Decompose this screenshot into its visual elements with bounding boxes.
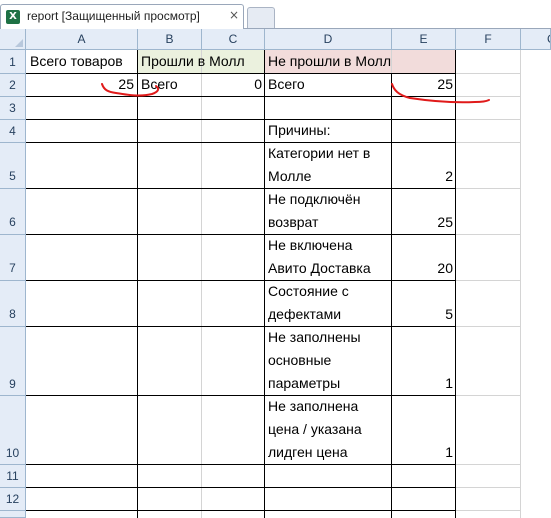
gridline [201,50,202,518]
cell-d9[interactable]: Не заполнены основные параметры [266,326,391,395]
cell-c2[interactable]: 0 [202,73,264,96]
cell-e7[interactable]: 20 [392,257,455,280]
row-header-10[interactable]: 10 [0,396,26,465]
cell-d1[interactable]: Не прошли в Молл [266,50,456,73]
row-header-2[interactable]: 2 [0,74,26,97]
cell-d8[interactable]: Состояние с дефектами [266,280,391,326]
cell-d4[interactable]: Причины: [266,119,391,142]
column-header-g[interactable]: G [521,29,551,50]
cell-e10[interactable]: 1 [392,441,455,464]
cell-b2[interactable]: Всего [139,73,201,96]
cell-a2[interactable]: 25 [26,73,136,96]
tab-strip: X report [Защищенный просмотр] × [0,0,551,29]
row-header-6[interactable]: 6 [0,189,26,235]
cell-border [137,49,138,518]
close-icon[interactable]: × [227,8,241,22]
cell-d2[interactable]: Всего [266,73,391,96]
cell-border [264,49,265,518]
row-header-5[interactable]: 5 [0,143,26,189]
column-header-a[interactable]: A [26,29,138,50]
row-header-9[interactable]: 9 [0,327,26,396]
row-header-4[interactable]: 4 [0,120,26,143]
column-header-b[interactable]: B [138,29,202,50]
cell-e6[interactable]: 25 [392,211,455,234]
select-all-corner[interactable] [0,29,26,50]
cell-b1[interactable]: Прошли в Молл [139,50,265,73]
column-header-e[interactable]: E [392,29,456,50]
row-header-12[interactable]: 12 [0,488,26,511]
row-header-11[interactable]: 11 [0,465,26,488]
column-header-c[interactable]: C [202,29,265,50]
cell-e5[interactable]: 2 [392,165,455,188]
cell-e2[interactable]: 25 [392,73,455,96]
blank-area [521,29,551,518]
new-tab-button[interactable] [247,7,275,29]
cell-a1[interactable]: Всего товаров [28,50,138,73]
cell-e8[interactable]: 5 [392,303,455,326]
column-header-d[interactable]: D [265,29,392,50]
spreadsheet-window: X report [Защищенный просмотр] × A B C D… [0,0,551,518]
cell-e9[interactable]: 1 [392,372,455,395]
row-header-1[interactable]: 1 [0,50,26,74]
cell-d10[interactable]: Не заполнена цена / указана лидген цена [266,395,391,464]
tab-title: report [Защищенный просмотр] [27,9,200,23]
row-header-7[interactable]: 7 [0,235,26,281]
cell-border [455,49,456,518]
row-header-13[interactable]: 13 [0,511,26,518]
row-header-8[interactable]: 8 [0,281,26,327]
column-header-f[interactable]: F [456,29,521,50]
cell-d7[interactable]: Не включена Авито Доставка [266,234,391,280]
cell-d6[interactable]: Не подключён возврат [266,188,391,234]
tab-report[interactable]: X report [Защищенный просмотр] × [0,4,244,29]
excel-icon: X [6,10,20,24]
cell-d5[interactable]: Категории нет в Молле [266,142,391,188]
row-header-3[interactable]: 3 [0,97,26,120]
